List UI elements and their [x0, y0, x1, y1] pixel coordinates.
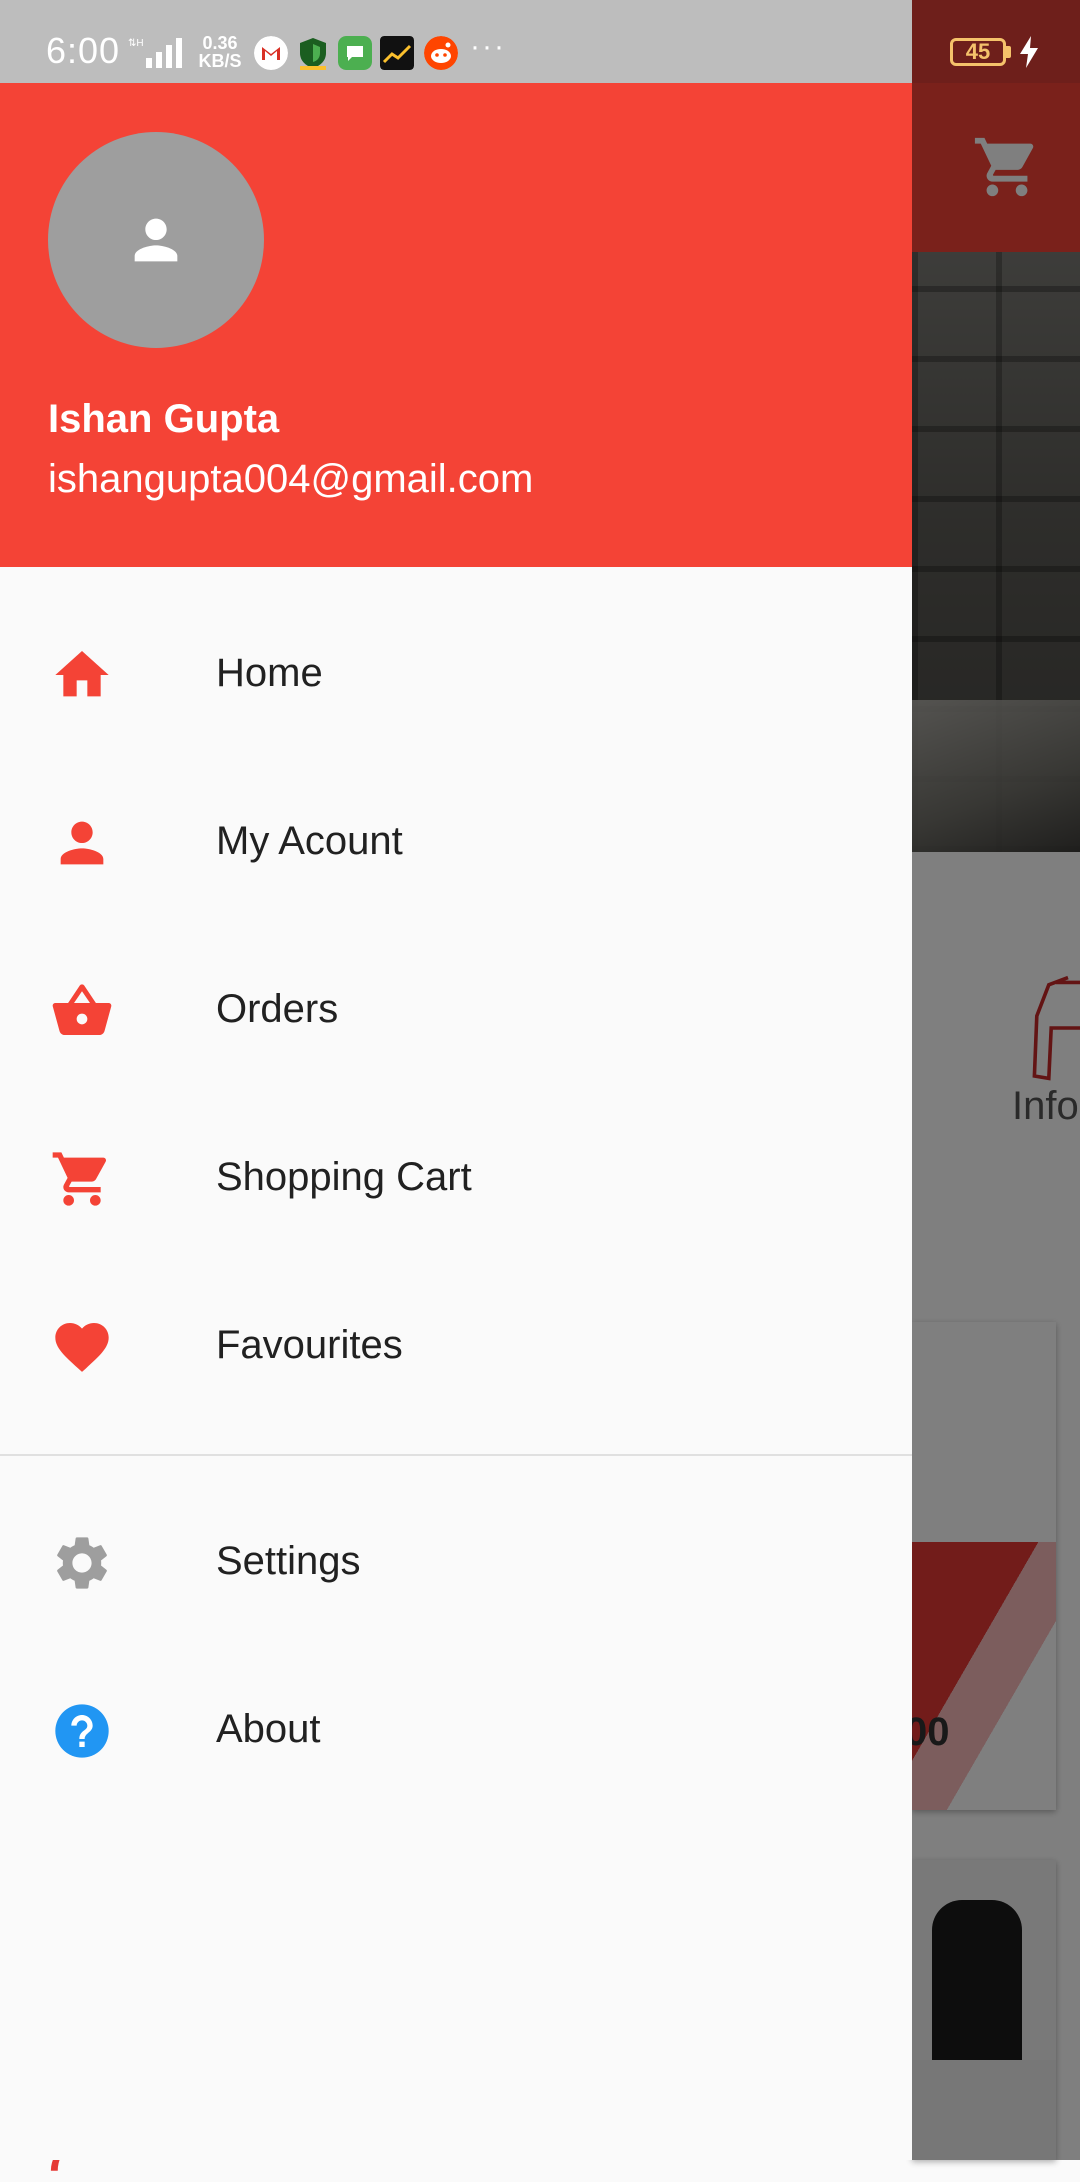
drawer-item-label: Home	[216, 651, 323, 695]
drawer-divider	[0, 1454, 912, 1456]
status-bar: 6:00 ⇅H 0.36 KB/S ··· 45	[0, 0, 1080, 83]
gmail-icon	[254, 36, 288, 70]
drawer-item-settings[interactable]: Settings	[0, 1479, 912, 1647]
charging-icon	[1020, 36, 1038, 68]
shield-app-icon	[300, 38, 326, 70]
drawer-item-label: Favourites	[216, 1323, 403, 1367]
investing-icon	[380, 36, 414, 70]
reddit-icon	[424, 36, 458, 70]
drawer-item-home[interactable]: Home	[0, 591, 912, 759]
gear-icon	[57, 1537, 107, 1589]
user-email: ishangupta004@gmail.com	[48, 457, 534, 501]
drawer-item-label: Orders	[216, 987, 339, 1031]
drawer-item-my-account[interactable]: My Acount	[0, 759, 912, 927]
drawer-item-label: Settings	[216, 1539, 361, 1583]
network-speed-unit: KB/S	[198, 51, 242, 71]
home-icon	[55, 651, 109, 697]
drawer-item-shopping-cart[interactable]: Shopping Cart	[0, 1095, 912, 1263]
drawer-item-label: My Acount	[216, 819, 403, 863]
drawer-item-orders[interactable]: Orders	[0, 927, 912, 1095]
drawer-item-label: Shopping Cart	[216, 1155, 472, 1199]
battery-icon: 45	[950, 38, 1006, 66]
more-notifications-icon: ···	[470, 30, 506, 63]
svg-text:⇅H: ⇅H	[128, 38, 144, 49]
status-time: 6:00	[46, 30, 121, 71]
basket-icon	[52, 984, 112, 1035]
drawer-item-about[interactable]: About	[0, 1647, 912, 1815]
user-name: Ishan Gupta	[48, 397, 280, 441]
drawer-header: Ishan Gupta ishangupta004@gmail.com	[0, 83, 912, 567]
navigation-drawer: Ishan Gupta ishangupta004@gmail.com Home…	[0, 83, 912, 2160]
messages-icon	[338, 36, 372, 70]
network-speed: 0.36 KB/S	[196, 34, 244, 70]
avatar[interactable]	[48, 132, 264, 348]
person-icon	[134, 218, 178, 262]
signal-icon: ⇅H	[128, 38, 182, 68]
network-speed-value: 0.36	[202, 33, 238, 53]
battery-tip	[1006, 46, 1011, 58]
help-icon	[55, 1704, 109, 1758]
drawer-item-favourites[interactable]: Favourites	[0, 1263, 912, 1431]
cart-icon	[52, 1152, 107, 1206]
heart-icon	[55, 1323, 109, 1372]
person-icon	[60, 821, 104, 865]
drawer-item-label: About	[216, 1707, 321, 1751]
